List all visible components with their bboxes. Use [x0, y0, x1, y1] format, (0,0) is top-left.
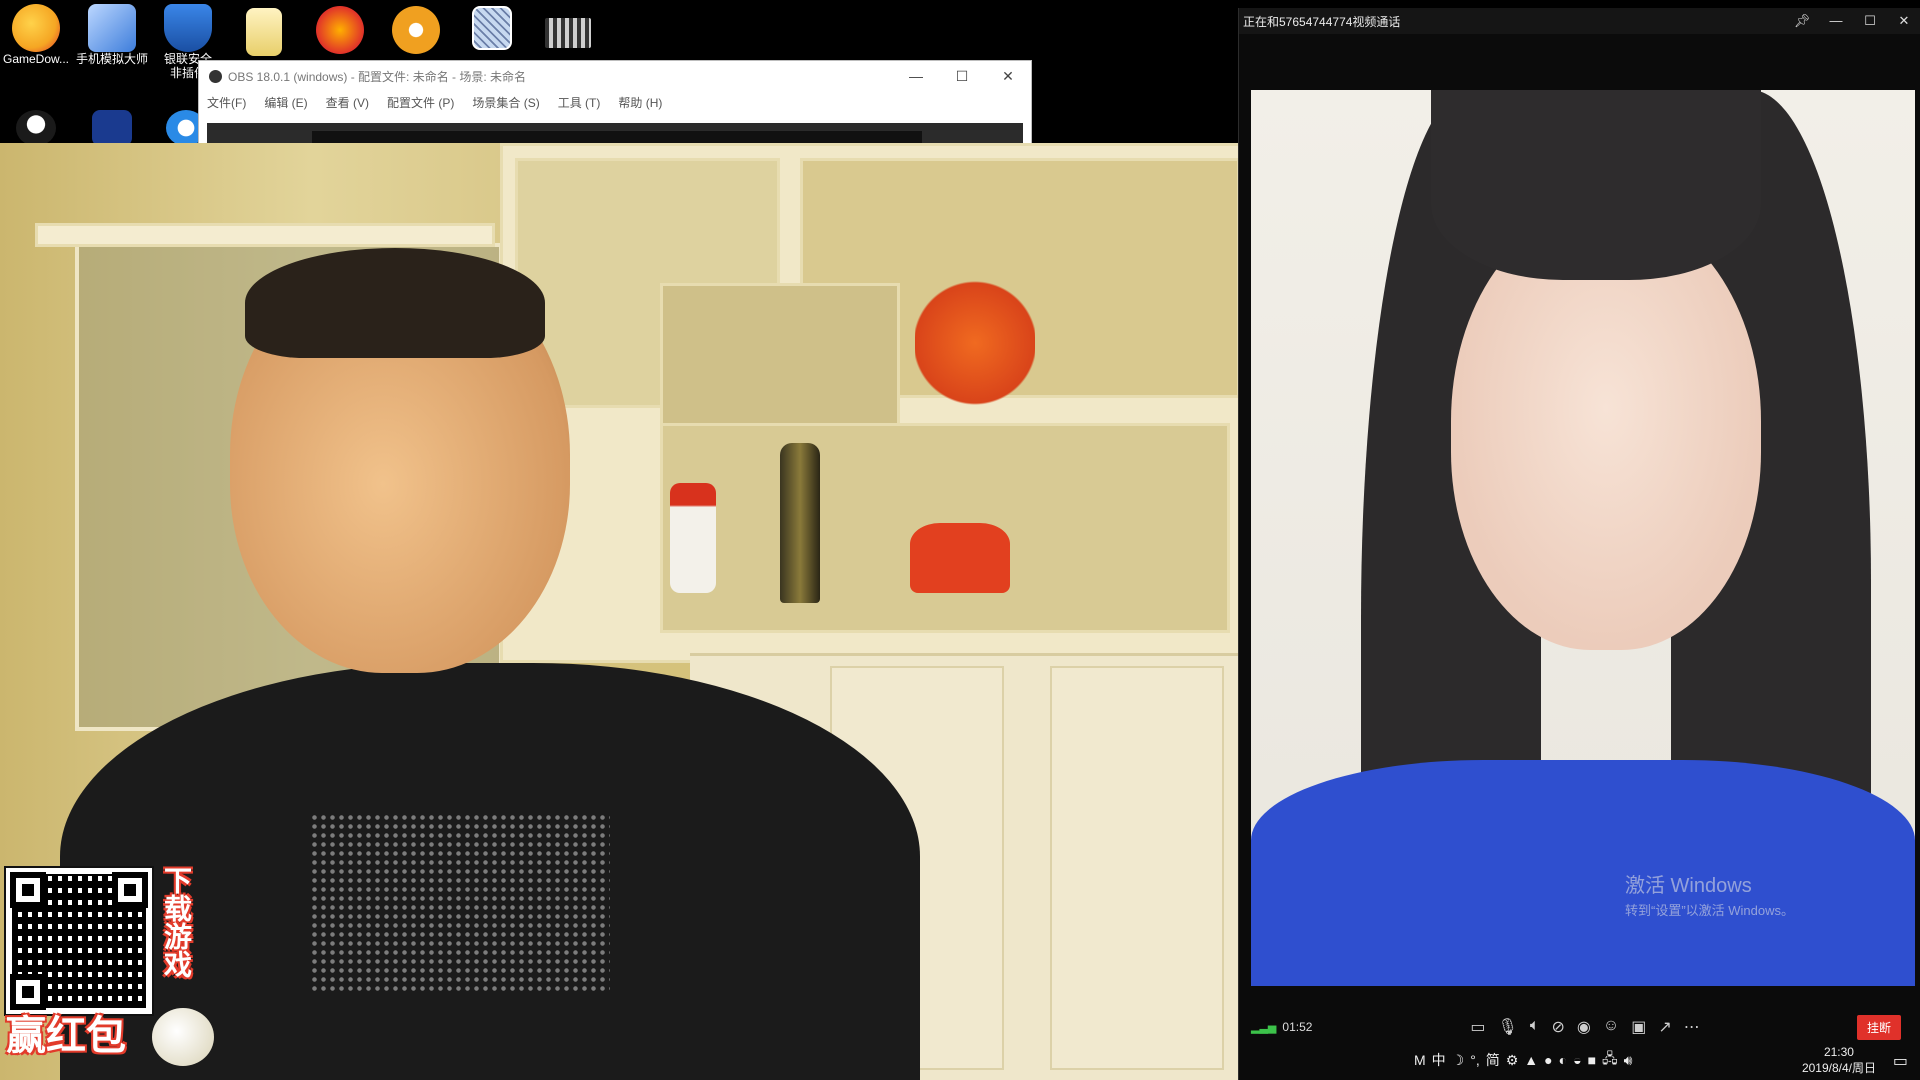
desktop-icon-penguin[interactable] — [0, 110, 72, 146]
obs-logo-icon — [209, 69, 222, 83]
clock-date: 2019/8/4/周日 — [1801, 1061, 1876, 1075]
volume-icon[interactable]: 🔊︎ — [1624, 1052, 1633, 1069]
ime-simplified-indicator[interactable]: 简 — [1486, 1050, 1500, 1070]
shirt-logo-pattern — [310, 813, 610, 993]
video-call-window: 正在和57654744774视频通话 📌︎ — ☐ ✕ 激活 Windows 转… — [1238, 8, 1920, 1080]
desktop-icon-label: 手机模拟大师 — [76, 52, 148, 66]
win-red-envelope-text: 赢红包 — [6, 1014, 126, 1058]
download-game-promo-overlay[interactable]: 下载游戏 赢红包 — [4, 866, 214, 1066]
menu-profile[interactable]: 配置文件 (P) — [387, 94, 454, 111]
layout-icon[interactable]: ▣ — [1631, 1017, 1646, 1037]
crossfire-icon — [316, 6, 364, 54]
punctuation-icon[interactable]: °, — [1470, 1052, 1480, 1068]
close-icon[interactable]: ✕ — [1887, 13, 1920, 29]
close-icon[interactable]: ✕ — [985, 68, 1031, 85]
qr-finder-bottom-left — [10, 974, 46, 1010]
desktop-icon-film[interactable] — [532, 18, 604, 48]
red-toy — [915, 263, 1035, 423]
system-tray: M 中 ☽ °, 简 ⚙ ▲ ● ◐ ◒ ■ 🖧︎ 🔊︎ 21:30 2019/… — [1414, 1040, 1920, 1080]
moon-icon[interactable]: ☽ — [1452, 1052, 1465, 1069]
video-call-title: 正在和57654744774视频通话 — [1243, 14, 1401, 29]
owl-mascot-icon — [152, 1008, 214, 1066]
maximize-icon[interactable]: ☐ — [939, 68, 985, 85]
notification-center-icon[interactable]: ▭ — [1893, 1051, 1908, 1071]
menu-tools[interactable]: 工具 (T) — [558, 94, 601, 111]
caller-bangs — [1431, 90, 1761, 280]
chat-icon[interactable]: ▭ — [1470, 1017, 1485, 1037]
play-icon — [392, 6, 440, 54]
ime-language-indicator[interactable]: 中 — [1432, 1050, 1446, 1070]
desktop-icon-kx[interactable] — [76, 110, 148, 146]
tray-app-icon[interactable]: ● — [1544, 1052, 1552, 1068]
obs-menubar: 文件(F) 编辑 (E) 查看 (V) 配置文件 (P) 场景集合 (S) 工具… — [199, 91, 1031, 113]
folder-icon — [246, 8, 282, 56]
ime-mode-indicator[interactable]: M — [1414, 1052, 1426, 1068]
desktop-icon-label: GameDow... — [2, 52, 70, 66]
shield-icon — [164, 4, 212, 52]
settings-icon[interactable]: ⚙ — [1506, 1052, 1519, 1069]
tray-app-icon[interactable]: ■ — [1588, 1052, 1596, 1068]
screenshot-icon[interactable]: ◉ — [1577, 1017, 1591, 1037]
call-duration: 01:52 — [1282, 1020, 1313, 1034]
download-game-text: 下载游戏 — [161, 866, 192, 978]
gamedownloader-icon — [12, 4, 60, 52]
menu-help[interactable]: 帮助 (H) — [618, 94, 662, 111]
desktop-icon-qr-image[interactable] — [456, 6, 528, 50]
remote-video-feed[interactable] — [1251, 90, 1915, 986]
hangup-button[interactable]: 挂断 — [1856, 1014, 1901, 1040]
cabinet-door — [1050, 666, 1224, 1070]
camera-off-icon[interactable]: ⊘ — [1551, 1017, 1564, 1037]
desktop-icon-video-player[interactable] — [380, 6, 452, 54]
qr-code[interactable] — [4, 866, 154, 1016]
kx-icon — [92, 110, 132, 146]
phone-emulator-icon — [88, 4, 136, 52]
effects-icon[interactable]: ☺ — [1603, 1017, 1619, 1037]
penguin-icon — [16, 110, 56, 146]
obs-title: OBS 18.0.1 (windows) - 配置文件: 未命名 - 场景: 未… — [228, 69, 527, 84]
minimize-icon[interactable]: — — [893, 68, 939, 85]
desktop-icon-phone-emulator[interactable]: 手机模拟大师 — [76, 4, 148, 66]
desktop-icon-folder[interactable] — [228, 8, 300, 56]
microphone-icon[interactable]: 🎙︎ — [1498, 1017, 1518, 1037]
menu-view[interactable]: 查看 (V) — [326, 94, 369, 111]
streamer-hair — [245, 248, 545, 358]
tray-app-icon[interactable]: ◒ — [1573, 1052, 1581, 1068]
red-lamp — [910, 523, 1010, 593]
qr-image-icon — [472, 6, 512, 50]
desktop-icon-gamedownloader[interactable]: GameDow... — [0, 4, 72, 66]
pin-icon[interactable]: 📌︎ — [1785, 13, 1819, 29]
menu-scene-collection[interactable]: 场景集合 (S) — [472, 94, 539, 111]
obs-preview[interactable] — [207, 123, 1023, 145]
menu-edit[interactable]: 编辑 (E) — [264, 94, 307, 111]
clock-time: 21:30 — [1823, 1045, 1854, 1059]
speaker-icon[interactable]: 🔈︎ — [1530, 1017, 1540, 1037]
tray-app-icon[interactable]: ◐ — [1559, 1052, 1567, 1068]
signal-strength-icon: ▂▃▅ — [1251, 1021, 1277, 1034]
taskbar-clock[interactable]: 21:30 2019/8/4/周日 — [1802, 1044, 1876, 1076]
film-icon — [545, 18, 591, 48]
qr-finder-top-right — [112, 872, 148, 908]
maximize-icon[interactable]: ☐ — [1853, 13, 1887, 29]
watermark-title: 激活 Windows — [1625, 875, 1752, 897]
caller-blue-top — [1251, 760, 1915, 986]
minimize-icon[interactable]: — — [1819, 13, 1853, 29]
watermark-subtitle: 转到“设置”以激活 Windows。 — [1625, 903, 1795, 918]
activate-windows-watermark: 激活 Windows 转到“设置”以激活 Windows。 — [1625, 869, 1794, 919]
menu-file[interactable]: 文件(F) — [207, 94, 246, 111]
qr-finder-top-left — [10, 872, 46, 908]
network-icon[interactable]: 🖧︎ — [1602, 1048, 1618, 1072]
shelf-top — [35, 223, 495, 247]
desktop-icon-crossfire[interactable] — [304, 6, 376, 54]
obs-window: OBS 18.0.1 (windows) - 配置文件: 未命名 - 场景: 未… — [198, 60, 1032, 145]
tray-app-icon[interactable]: ▲ — [1524, 1052, 1538, 1068]
more-icon[interactable]: ⋯ — [1684, 1017, 1700, 1037]
obs-titlebar[interactable]: OBS 18.0.1 (windows) - 配置文件: 未命名 - 场景: 未… — [199, 61, 1031, 91]
video-call-titlebar[interactable]: 正在和57654744774视频通话 📌︎ — ☐ ✕ — [1239, 8, 1920, 34]
call-control-bar: ▂▃▅ 01:52 ▭ 🎙︎ 🔈︎ ⊘ ◉ ☺ ▣ ↗ ⋯ 挂断 — [1251, 1012, 1915, 1042]
share-icon[interactable]: ↗ — [1658, 1017, 1671, 1037]
